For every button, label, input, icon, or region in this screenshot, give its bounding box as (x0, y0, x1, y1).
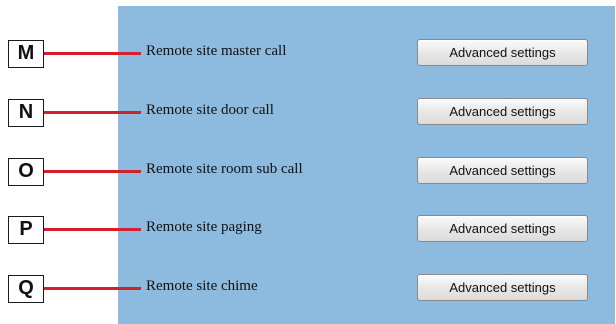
advanced-settings-button[interactable]: Advanced settings (417, 98, 588, 125)
remote-site-chime-row: Q Remote site chime Advanced settings (0, 274, 616, 311)
remote-site-master-call-row: M Remote site master call Advanced setti… (0, 39, 616, 76)
callout-leader-line (44, 287, 141, 290)
callout-leader-line (44, 111, 141, 114)
remote-site-paging-row: P Remote site paging Advanced settings (0, 215, 616, 252)
setting-label: Remote site master call (146, 43, 287, 59)
setting-label: Remote site door call (146, 102, 274, 118)
callout-marker: Q (8, 275, 44, 303)
setting-label: Remote site paging (146, 219, 262, 235)
advanced-settings-button[interactable]: Advanced settings (417, 39, 588, 66)
advanced-settings-button[interactable]: Advanced settings (417, 274, 588, 301)
setting-label: Remote site chime (146, 278, 258, 294)
callout-marker: M (8, 40, 44, 68)
remote-site-room-sub-call-row: O Remote site room sub call Advanced set… (0, 157, 616, 194)
callout-leader-line (44, 52, 141, 55)
callout-marker: P (8, 216, 44, 244)
callout-leader-line (44, 228, 141, 231)
setting-label: Remote site room sub call (146, 161, 303, 177)
advanced-settings-button[interactable]: Advanced settings (417, 157, 588, 184)
advanced-settings-button[interactable]: Advanced settings (417, 215, 588, 242)
callout-leader-line (44, 170, 141, 173)
callout-marker: O (8, 158, 44, 186)
remote-site-door-call-row: N Remote site door call Advanced setting… (0, 98, 616, 135)
callout-marker: N (8, 99, 44, 127)
